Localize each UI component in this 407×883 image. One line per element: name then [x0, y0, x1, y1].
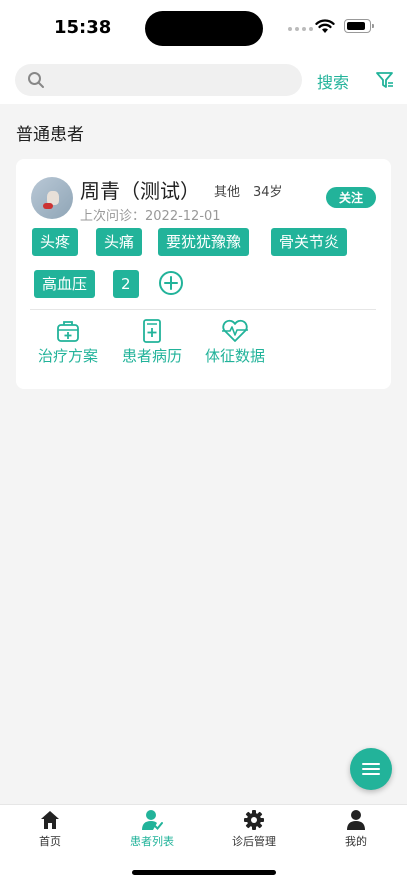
signal-icon: [288, 27, 313, 31]
gear-icon: [244, 810, 264, 830]
status-time: 15:38: [54, 17, 112, 38]
follow-button[interactable]: 关注: [326, 187, 376, 208]
battery-icon: [344, 19, 374, 33]
search-input[interactable]: [55, 68, 295, 92]
home-indicator: [132, 870, 276, 875]
status-bar: 15:38: [0, 0, 407, 56]
vital-signs-button[interactable]: 体征数据: [205, 319, 265, 366]
patient-age: 34岁: [253, 185, 283, 200]
dynamic-island: [145, 11, 263, 46]
tab-mine[interactable]: 我的: [306, 809, 406, 849]
patients-icon: [142, 810, 163, 830]
tag-item[interactable]: 头痛: [96, 228, 143, 256]
medical-kit-icon: [57, 321, 79, 342]
wifi-icon: [315, 19, 335, 33]
user-icon: [347, 810, 365, 830]
patient-card[interactable]: 周青（测试） 其他 34岁 上次问诊：2022-12-01 关注 头疼 头痛 要…: [16, 159, 391, 389]
tab-home[interactable]: 首页: [0, 809, 100, 849]
search-button[interactable]: 搜索: [317, 69, 349, 93]
tab-home-label: 首页: [39, 835, 61, 848]
filter-icon[interactable]: [375, 70, 395, 90]
heartbeat-icon: [222, 319, 248, 342]
tab-post-diagnosis[interactable]: 诊后管理: [204, 809, 304, 849]
treatment-plan-button[interactable]: 治疗方案: [38, 319, 98, 366]
tag-item[interactable]: 要犹犹豫豫: [158, 228, 250, 256]
avatar: [31, 177, 73, 219]
vital-signs-label: 体征数据: [205, 347, 266, 365]
home-icon: [41, 811, 59, 829]
patient-gender: 其他: [214, 185, 241, 200]
tab-post-diagnosis-label: 诊后管理: [232, 835, 276, 848]
search-bar: 搜索: [0, 56, 407, 104]
tab-patient-list-label: 患者列表: [130, 835, 174, 848]
section-title: 普通患者: [16, 125, 84, 145]
treatment-plan-label: 治疗方案: [38, 347, 99, 365]
medical-record-label: 患者病历: [122, 347, 183, 365]
tab-mine-label: 我的: [345, 835, 367, 848]
search-box: [15, 64, 302, 96]
add-tag-icon[interactable]: [158, 270, 184, 296]
search-icon: [28, 72, 44, 88]
patient-name: 周青（测试）: [80, 179, 200, 203]
tag-item[interactable]: 骨关节炎: [271, 228, 348, 256]
menu-fab-button[interactable]: [350, 748, 392, 790]
tag-count-badge[interactable]: 2: [113, 270, 139, 298]
medical-record-button[interactable]: 患者病历: [122, 319, 182, 366]
tab-patient-list[interactable]: 患者列表: [102, 809, 202, 849]
menu-icon: [362, 763, 380, 775]
tag-item[interactable]: 高血压: [34, 270, 96, 298]
divider: [30, 309, 376, 310]
last-visit-date: 上次问诊：2022-12-01: [80, 209, 221, 224]
medical-record-icon: [143, 319, 161, 343]
tag-item[interactable]: 头疼: [32, 228, 79, 256]
